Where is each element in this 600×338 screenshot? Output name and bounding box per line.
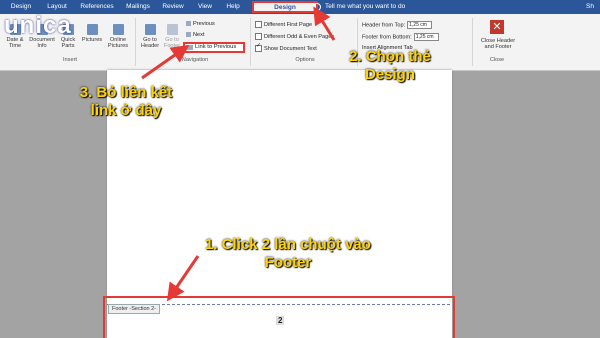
- annotation-step-3: 3. Bỏ liên kết link ở đây: [79, 84, 173, 119]
- annotation-arrows: [141, 6, 336, 302]
- arrow-to-link-to-previous: [141, 44, 190, 80]
- annotation-step-2: 2. Chọn thẻ Design: [349, 48, 431, 83]
- arrow-to-footer: [166, 255, 200, 302]
- arrow-to-design-tab: [313, 6, 336, 41]
- annotation-step-1: 1. Click 2 lần chuột vào Footer: [205, 236, 371, 271]
